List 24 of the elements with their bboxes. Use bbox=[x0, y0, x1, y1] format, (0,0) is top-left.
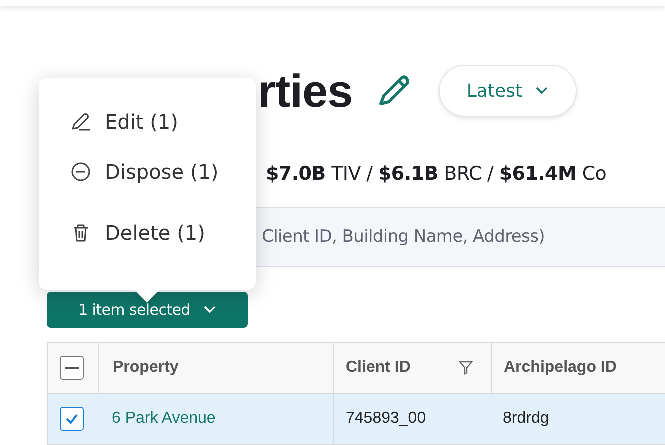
chevron-down-icon bbox=[204, 306, 216, 314]
row-checkbox[interactable] bbox=[60, 407, 84, 431]
checkmark-icon bbox=[65, 412, 79, 426]
portfolio-summary: $7.0B TIV / $6.1B BRC / $61.4M Co bbox=[266, 163, 608, 185]
select-all-checkbox[interactable] bbox=[60, 356, 84, 380]
selection-dropdown[interactable]: 1 item selected bbox=[47, 292, 248, 328]
chevron-down-icon bbox=[536, 87, 548, 95]
filter-icon[interactable] bbox=[459, 361, 473, 375]
trash-icon bbox=[71, 222, 91, 242]
table-cell: 8rdrdg bbox=[503, 410, 550, 428]
page-title: rties bbox=[258, 64, 353, 118]
table-row[interactable]: 6 Park Avenue 745893_00 8rdrdg bbox=[48, 394, 665, 444]
column-header[interactable]: Client ID bbox=[346, 359, 411, 377]
column-header[interactable]: Archipelago ID bbox=[504, 359, 617, 377]
menu-item[interactable]: Dispose (1) bbox=[105, 160, 219, 184]
table-cell: 745893_00 bbox=[346, 410, 426, 428]
pencil-icon bbox=[71, 112, 91, 132]
sort-dropdown[interactable]: Latest bbox=[438, 65, 577, 117]
menu-item[interactable]: Edit (1) bbox=[105, 110, 178, 134]
menu-item[interactable]: Delete (1) bbox=[105, 220, 206, 244]
property-link[interactable]: 6 Park Avenue bbox=[112, 410, 216, 428]
column-header[interactable]: Property bbox=[113, 359, 179, 377]
pencil-icon[interactable] bbox=[376, 74, 411, 108]
minus-circle-icon bbox=[71, 162, 91, 182]
